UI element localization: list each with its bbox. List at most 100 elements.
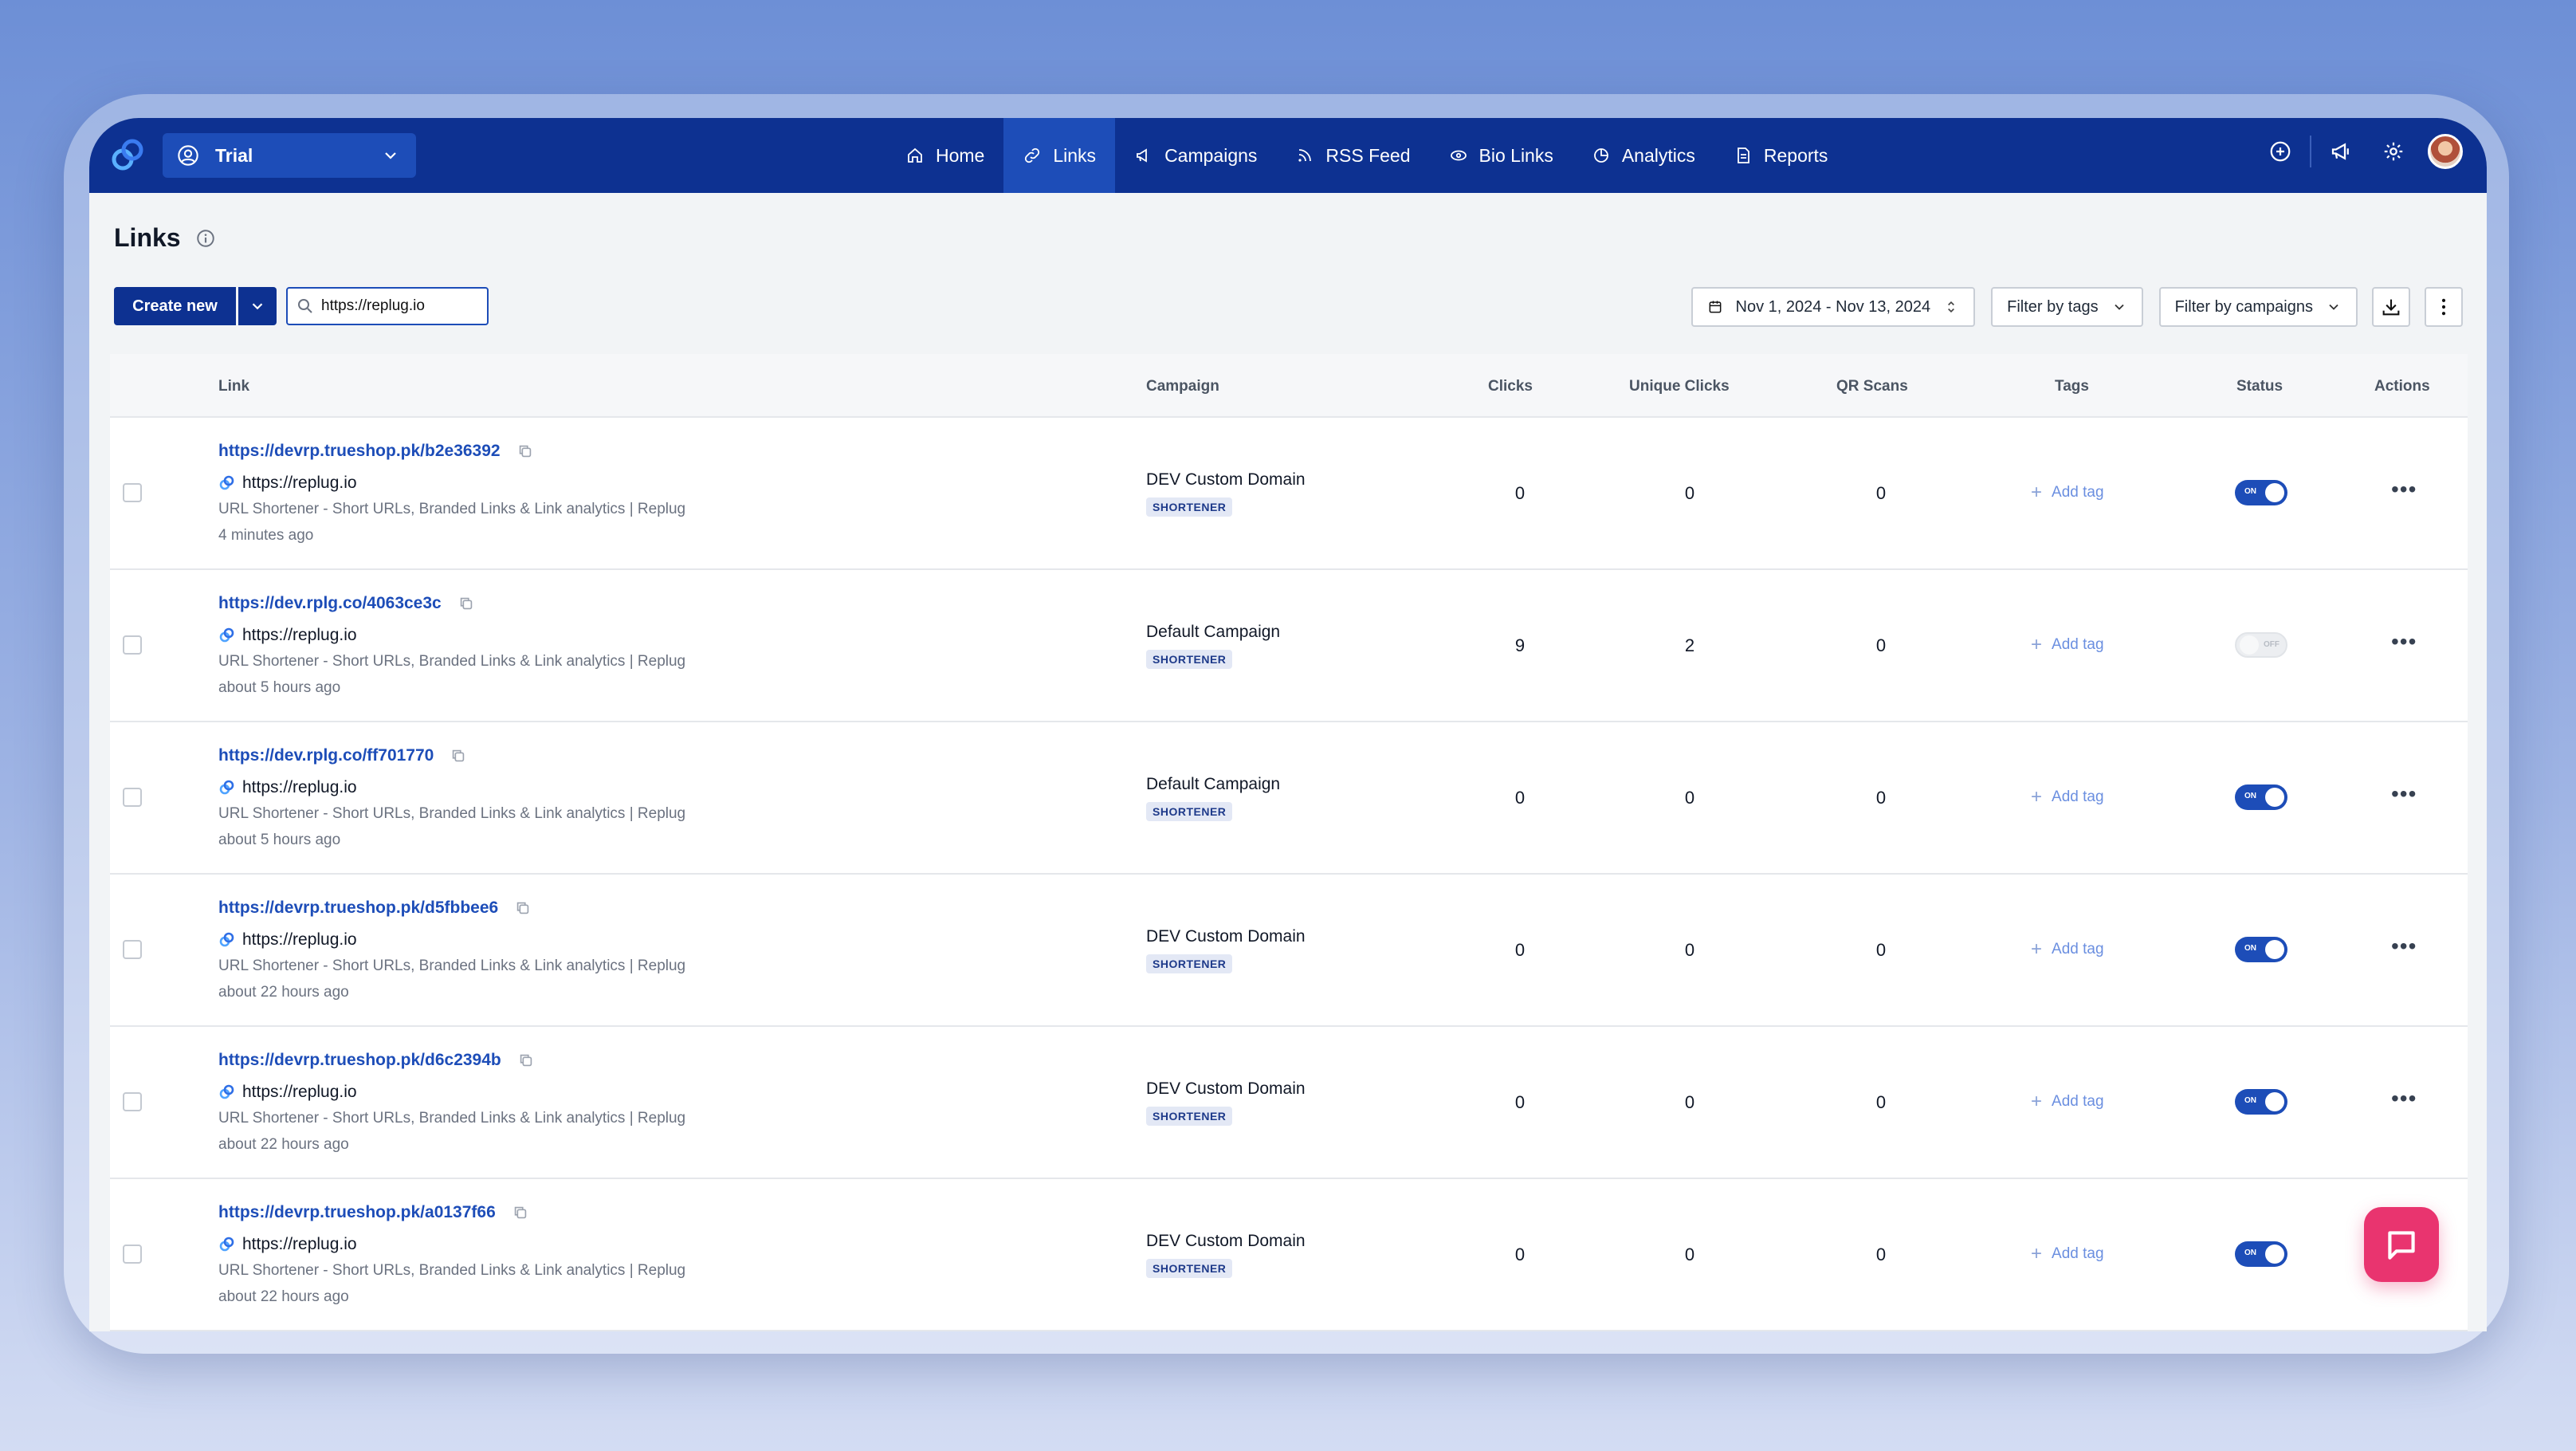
unique-clicks-count: 0 (1684, 1092, 1695, 1112)
row-actions-menu[interactable]: ••• (2391, 781, 2417, 807)
workspace-selector[interactable]: Trial (163, 133, 416, 178)
row-checkbox[interactable] (123, 635, 142, 655)
workspace-name: Trial (215, 144, 253, 166)
search-input[interactable] (321, 297, 473, 315)
copy-icon[interactable] (457, 595, 475, 612)
chevron-down-icon (385, 152, 396, 159)
nav-reports[interactable]: Reports (1714, 118, 1848, 193)
nav-rss-feed[interactable]: RSS Feed (1276, 118, 1429, 193)
sort-arrows-icon (1948, 301, 1955, 313)
copy-icon[interactable] (512, 1204, 529, 1221)
created-time: about 5 hours ago (218, 679, 341, 696)
short-url-link[interactable]: https://dev.rplg.co/ff701770 (218, 746, 467, 765)
add-tag-button[interactable]: + Add tag (2031, 1091, 2104, 1113)
info-icon[interactable] (195, 228, 216, 249)
export-button[interactable] (2372, 287, 2410, 327)
add-tag-button[interactable]: + Add tag (2031, 786, 2104, 808)
filter-by-tags-dropdown[interactable]: Filter by tags (1991, 287, 2143, 327)
status-toggle[interactable]: OFF (2235, 632, 2287, 658)
short-url-text[interactable]: https://devrp.trueshop.pk/d5fbbee6 (218, 899, 498, 918)
nav-rss-label: RSS Feed (1325, 144, 1411, 166)
status-toggle[interactable]: ON (2235, 1089, 2287, 1115)
col-campaign[interactable]: Campaign (1146, 378, 1219, 395)
user-avatar[interactable] (2428, 134, 2463, 169)
create-new-dropdown[interactable] (238, 287, 277, 325)
row-actions-menu[interactable]: ••• (2391, 629, 2417, 655)
filter-by-campaigns-dropdown[interactable]: Filter by campaigns (2158, 287, 2358, 327)
col-status[interactable]: Status (2236, 378, 2283, 395)
nav-campaigns[interactable]: Campaigns (1115, 118, 1276, 193)
copy-icon[interactable] (450, 747, 467, 765)
short-url-link[interactable]: https://devrp.trueshop.pk/d5fbbee6 (218, 899, 532, 918)
copy-icon[interactable] (517, 1052, 535, 1069)
row-checkbox[interactable] (123, 483, 142, 502)
more-options-button[interactable] (2425, 287, 2463, 327)
col-tags[interactable]: Tags (2055, 378, 2089, 395)
copy-icon[interactable] (514, 899, 532, 917)
row-actions-menu[interactable]: ••• (2391, 934, 2417, 959)
copy-icon[interactable] (516, 442, 534, 460)
qr-scans-count: 0 (1875, 940, 1887, 960)
settings-gear-icon[interactable] (2382, 140, 2405, 163)
status-toggle[interactable]: ON (2235, 1241, 2287, 1267)
replug-logo-icon[interactable] (110, 137, 145, 174)
campaign-name: DEV Custom Domain (1146, 1232, 1306, 1250)
nav-home[interactable]: Home (886, 118, 1003, 193)
create-new-button[interactable]: Create new (114, 287, 236, 325)
col-unique-clicks[interactable]: Unique Clicks (1629, 378, 1730, 395)
search-box[interactable] (286, 287, 489, 325)
status-toggle[interactable]: ON (2235, 784, 2287, 810)
unique-clicks-count: 0 (1684, 940, 1695, 960)
nav-bio-links-label: Bio Links (1478, 144, 1553, 166)
nav-links[interactable]: Links (1003, 118, 1116, 193)
short-url-text[interactable]: https://devrp.trueshop.pk/d6c2394b (218, 1051, 501, 1070)
status-toggle-label: ON (2244, 1096, 2256, 1105)
announcement-icon[interactable] (2329, 140, 2353, 163)
col-link[interactable]: Link (218, 378, 249, 395)
table-body: https://devrp.trueshop.pk/b2e36392 https… (110, 418, 2468, 1331)
short-url-link[interactable]: https://devrp.trueshop.pk/d6c2394b (218, 1051, 535, 1070)
clicks-count: 0 (1514, 1245, 1526, 1264)
page-meta-title: URL Shortener - Short URLs, Branded Link… (218, 1262, 686, 1279)
row-actions-menu[interactable]: ••• (2391, 1086, 2417, 1111)
row-checkbox[interactable] (123, 1092, 142, 1111)
nav-analytics[interactable]: Analytics (1573, 118, 1714, 193)
destination-url-text: https://replug.io (242, 1083, 357, 1101)
destination-url: https://replug.io (218, 626, 357, 645)
nav-home-label: Home (936, 144, 985, 166)
short-url-text[interactable]: https://dev.rplg.co/4063ce3c (218, 594, 442, 613)
short-url-text[interactable]: https://dev.rplg.co/ff701770 (218, 746, 434, 765)
plus-icon: + (2031, 938, 2043, 960)
add-tag-button[interactable]: + Add tag (2031, 938, 2104, 961)
support-chat-button[interactable] (2364, 1207, 2439, 1282)
short-url-text[interactable]: https://devrp.trueshop.pk/a0137f66 (218, 1203, 496, 1222)
chevron-down-icon (2329, 304, 2338, 310)
add-tag-button[interactable]: + Add tag (2031, 1243, 2104, 1265)
add-tag-button[interactable]: + Add tag (2031, 634, 2104, 656)
row-checkbox[interactable] (123, 788, 142, 807)
chevron-down-icon (252, 303, 263, 310)
destination-url-text: https://replug.io (242, 778, 357, 796)
col-qr-scans[interactable]: QR Scans (1836, 378, 1908, 395)
short-url-link[interactable]: https://devrp.trueshop.pk/a0137f66 (218, 1203, 529, 1222)
rss-icon (1298, 149, 1312, 162)
short-url-text[interactable]: https://devrp.trueshop.pk/b2e36392 (218, 442, 501, 461)
replug-favicon-icon (219, 1084, 234, 1099)
plus-circle-icon[interactable] (2268, 140, 2292, 163)
row-checkbox[interactable] (123, 1245, 142, 1264)
campaign-name: DEV Custom Domain (1146, 927, 1306, 946)
nav-bio-links[interactable]: Bio Links (1430, 118, 1573, 193)
short-url-link[interactable]: https://devrp.trueshop.pk/b2e36392 (218, 442, 534, 461)
header-actions (2240, 134, 2463, 169)
qr-scans-count: 0 (1875, 1245, 1887, 1264)
short-url-link[interactable]: https://dev.rplg.co/4063ce3c (218, 594, 475, 613)
status-toggle[interactable]: ON (2235, 480, 2287, 505)
row-actions-menu[interactable]: ••• (2391, 477, 2417, 502)
col-actions: Actions (2374, 378, 2430, 395)
date-range-picker[interactable]: Nov 1, 2024 - Nov 13, 2024 (1690, 287, 1976, 327)
row-checkbox[interactable] (123, 940, 142, 959)
add-tag-button[interactable]: + Add tag (2031, 482, 2104, 504)
col-clicks[interactable]: Clicks (1488, 378, 1533, 395)
qr-scans-count: 0 (1875, 788, 1887, 808)
status-toggle[interactable]: ON (2235, 937, 2287, 962)
